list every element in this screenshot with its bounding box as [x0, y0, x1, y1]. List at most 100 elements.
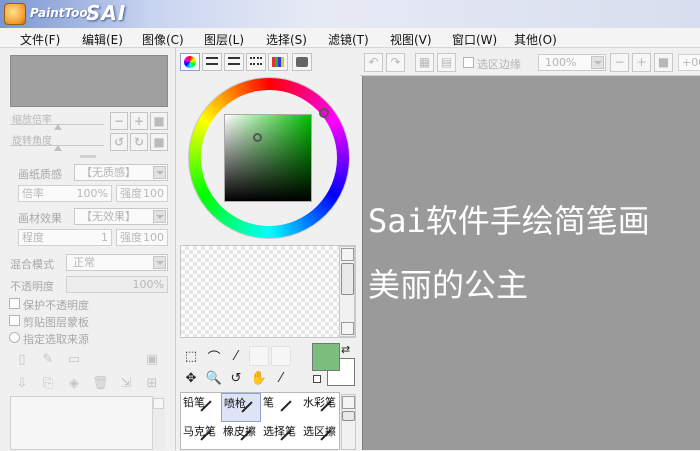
menu-layer[interactable]: 图层(L): [204, 31, 244, 48]
menu-image[interactable]: 图像(C): [142, 31, 184, 48]
strength2-field[interactable]: 强度 100: [116, 229, 168, 246]
tool-eraser[interactable]: 橡皮擦: [221, 422, 261, 451]
overlay-title-line1: Sai软件手绘简笔画: [368, 202, 650, 240]
blend-mode-value: 正常: [73, 256, 95, 269]
square-icon: ■: [153, 135, 165, 149]
tool-pencil[interactable]: 铅笔: [181, 393, 221, 422]
new-layer-icon[interactable]: ▯: [14, 352, 30, 368]
rotate-right-button[interactable]: ↻: [130, 133, 148, 151]
zoom-reset-button[interactable]: ■: [150, 112, 168, 130]
strength-field[interactable]: 强度 100: [116, 185, 168, 202]
panel-splitter-handle[interactable]: [80, 155, 96, 158]
zoom-icon[interactable]: 🔍: [204, 368, 224, 388]
saturation-value-square[interactable]: [224, 114, 312, 202]
deselect-button[interactable]: ▦: [415, 53, 434, 72]
rgb-slider-mode-button[interactable]: [202, 53, 222, 71]
swatch-scrollbar[interactable]: [339, 246, 355, 337]
menu-file[interactable]: 文件(F): [20, 31, 60, 48]
hsv-slider-mode-button[interactable]: [224, 53, 244, 71]
zoom-slider-thumb[interactable]: [54, 124, 62, 130]
tool-brush[interactable]: 笔: [261, 393, 301, 422]
color-mixer-mode-button[interactable]: [246, 53, 266, 71]
navigator-preview[interactable]: [10, 55, 168, 107]
magic-wand-icon[interactable]: ⁄: [226, 346, 246, 366]
sv-picker-handle[interactable]: [253, 133, 262, 142]
selection-edge-checkbox[interactable]: [463, 57, 474, 68]
color-swatch-area[interactable]: [180, 245, 356, 338]
degree-label: 程度: [22, 231, 44, 244]
material-effect-dropdown[interactable]: 【无效果】: [74, 208, 168, 225]
overlay-title-line2: 美丽的公主: [368, 266, 529, 304]
merge-visible-icon[interactable]: ⊞: [144, 376, 160, 392]
selection-source-radio[interactable]: [9, 332, 20, 343]
tool-select-eraser[interactable]: 选区擦: [301, 422, 341, 451]
blend-mode-dropdown[interactable]: 正常: [66, 254, 168, 271]
scroll-up-button[interactable]: [342, 396, 355, 409]
swatch-mode-button[interactable]: [268, 53, 288, 71]
tool-select-pen[interactable]: 选择笔: [261, 422, 301, 451]
tool-watercolor[interactable]: 水彩笔: [301, 393, 341, 422]
reset-colors-icon[interactable]: [313, 375, 321, 383]
undo-button[interactable]: ↶: [364, 53, 383, 72]
plus-icon: +: [636, 55, 647, 69]
selection-source-label: 指定选取来源: [23, 333, 89, 346]
scroll-thumb[interactable]: [341, 263, 354, 295]
hue-picker-handle[interactable]: [319, 108, 329, 118]
chevron-down-icon: [591, 56, 604, 69]
rotation-value: +00: [682, 56, 700, 69]
degree-field[interactable]: 程度 1: [18, 229, 112, 246]
scroll-up-button[interactable]: [341, 248, 354, 261]
color-wheel-mode-button[interactable]: [180, 53, 200, 71]
merge-down-icon[interactable]: ⇩: [14, 376, 30, 392]
layer-list-scrollbar[interactable]: [152, 396, 165, 450]
new-linework-layer-icon[interactable]: ✎: [40, 352, 56, 368]
zoom-dropdown[interactable]: 100%: [538, 54, 606, 71]
scratchpad-mode-button[interactable]: [292, 53, 312, 71]
layer-mask-icon[interactable]: ▣: [144, 352, 160, 368]
tool-airbrush[interactable]: 喷枪: [221, 393, 261, 422]
tool-grid-scrollbar[interactable]: [341, 394, 356, 450]
rate-field[interactable]: 倍率 100%: [18, 185, 112, 202]
menu-other[interactable]: 其他(O): [514, 31, 557, 48]
lasso-icon[interactable]: ⌒: [204, 346, 224, 366]
move-icon[interactable]: ✥: [181, 368, 201, 388]
zoom-in-button[interactable]: +: [130, 112, 148, 130]
menu-window[interactable]: 窗口(W): [452, 31, 497, 48]
rotation-field[interactable]: +00: [678, 54, 700, 71]
canvas-zoom-in-button[interactable]: +: [632, 53, 651, 72]
rotate-slider-thumb[interactable]: [54, 145, 62, 151]
swap-colors-icon[interactable]: ⇄: [341, 343, 350, 356]
scroll-down-button[interactable]: [341, 322, 354, 335]
redo-button[interactable]: ↷: [386, 53, 405, 72]
rotate-reset-button[interactable]: ■: [150, 133, 168, 151]
primary-color-swatch[interactable]: [312, 343, 340, 371]
invert-selection-button[interactable]: ▤: [437, 53, 456, 72]
tool-marker[interactable]: 马克笔: [181, 422, 221, 451]
canvas-zoom-out-button[interactable]: −: [610, 53, 629, 72]
new-folder-icon[interactable]: ▭: [66, 352, 82, 368]
rotate-icon[interactable]: ↺: [226, 368, 246, 388]
zoom-value: 100%: [545, 56, 577, 69]
canvas-zoom-reset-button[interactable]: ■: [654, 53, 673, 72]
clear-layer-icon[interactable]: ◈: [66, 376, 82, 392]
trash-icon[interactable]: 🗑: [92, 376, 109, 392]
layer-list[interactable]: [10, 396, 163, 450]
paper-texture-dropdown[interactable]: 【无质感】: [74, 164, 168, 181]
transfer-down-icon[interactable]: ⇲: [118, 376, 134, 392]
opacity-field[interactable]: 100%: [66, 276, 168, 293]
menu-edit[interactable]: 编辑(E): [82, 31, 123, 48]
menu-view[interactable]: 视图(V): [390, 31, 432, 48]
protect-opacity-checkbox[interactable]: [9, 298, 20, 309]
brush-icon: [280, 400, 292, 412]
hand-icon[interactable]: ✋: [249, 368, 269, 388]
rotate-left-button[interactable]: ↺: [110, 133, 128, 151]
menu-filter[interactable]: 滤镜(T): [328, 31, 369, 48]
scroll-up-button[interactable]: [153, 398, 164, 409]
clip-group-checkbox[interactable]: [9, 315, 20, 326]
eyedropper-icon[interactable]: ⁄: [271, 368, 291, 388]
zoom-out-button[interactable]: −: [110, 112, 128, 130]
menu-select[interactable]: 选择(S): [266, 31, 307, 48]
scroll-thumb[interactable]: [342, 411, 355, 421]
copy-layer-icon[interactable]: ⎘: [40, 376, 56, 392]
rect-select-icon[interactable]: ⬚: [181, 346, 201, 366]
